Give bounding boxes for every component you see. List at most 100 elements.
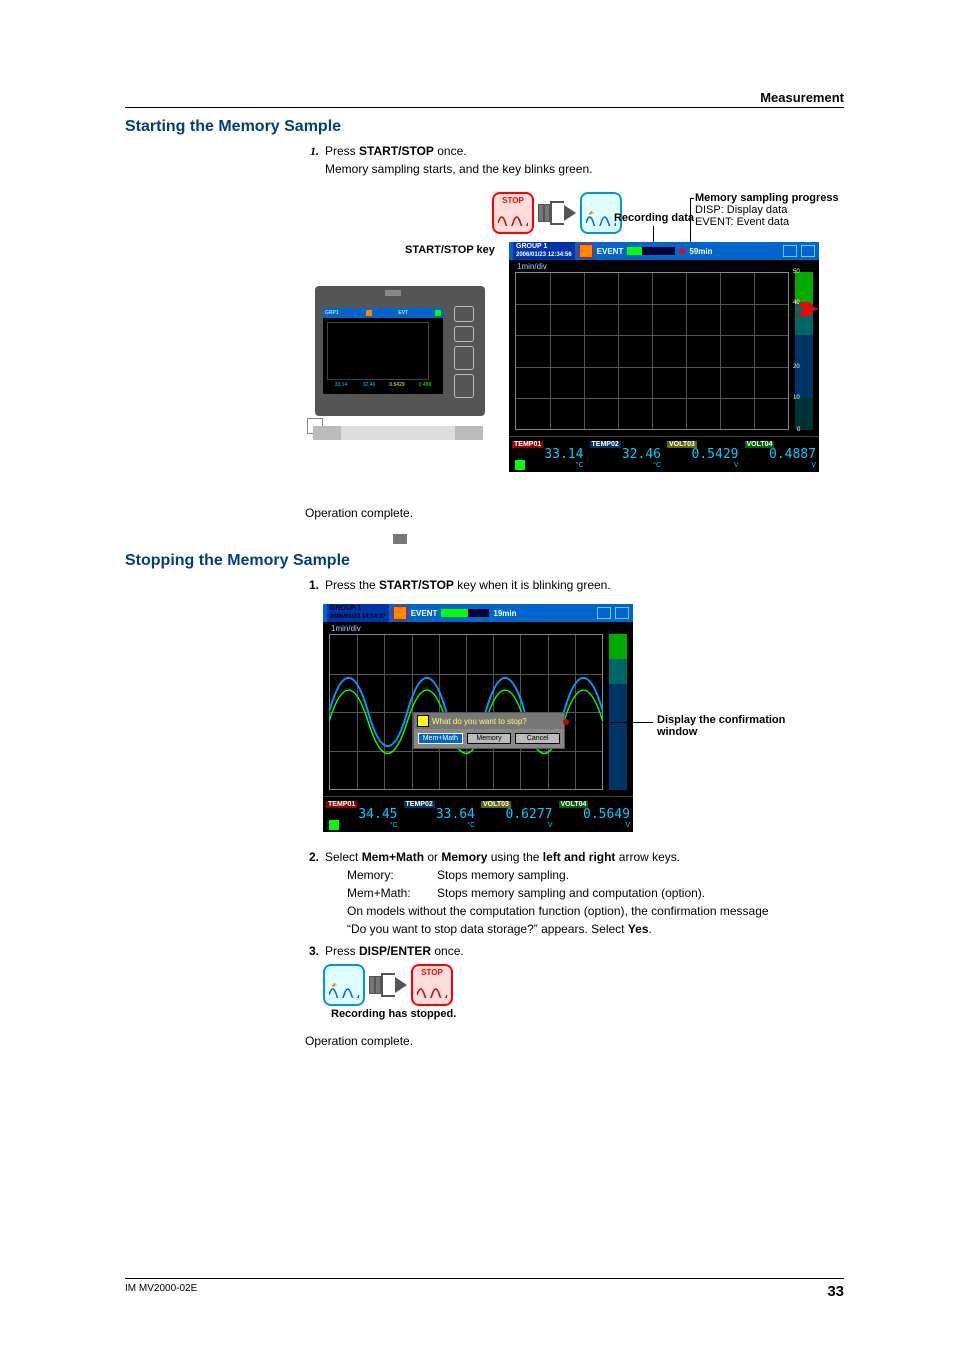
ch-unit: °C <box>590 462 662 469</box>
status-icon <box>597 607 611 619</box>
scale-ruler: 50 40 20 10 0 <box>795 272 813 430</box>
text: Memory <box>441 850 487 864</box>
ch-name: TEMP01 <box>512 441 543 448</box>
status-icon <box>783 245 797 257</box>
op-complete: Operation complete. <box>305 504 844 522</box>
ch-unit: V <box>667 462 739 469</box>
doc-id: IM MV2000-02E <box>125 1283 197 1300</box>
callout-startstop: START/STOP key <box>405 244 495 256</box>
text: or <box>424 850 441 864</box>
div-label: 1min/div <box>331 624 361 633</box>
device-key <box>454 306 474 322</box>
tick: 20 <box>793 364 800 370</box>
text: once. <box>434 144 467 158</box>
readouts: TEMP0133.14°C TEMP0232.46°C VOLT030.5429… <box>509 436 819 472</box>
header-rule <box>125 107 844 108</box>
dialog-title: What do you want to stop? <box>432 717 527 726</box>
text: START/STOP <box>379 578 454 592</box>
stop-icon: STOP <box>411 964 453 1006</box>
group-label: GROUP 1 2006/01/23 14:14:37 <box>327 604 389 622</box>
mem-math-button[interactable]: Mem+Math <box>418 733 463 744</box>
ch-name: TEMP01 <box>326 801 357 808</box>
chart-grid <box>515 272 789 430</box>
confirm-dialog: What do you want to stop? Mem+Math Memor… <box>413 712 565 749</box>
figure-stop: GROUP 1 2006/01/23 14:14:37 EVENT 19min … <box>323 604 844 834</box>
ch-unit: V <box>745 462 817 469</box>
progress-bar <box>627 247 675 255</box>
text: On models without the computation functi… <box>347 902 769 920</box>
page-section: Measurement <box>125 90 844 105</box>
text: 2006/01/23 14:14:37 <box>330 613 386 621</box>
text: arrow keys. <box>615 850 680 864</box>
recording-stopped-label: Recording has stopped. <box>331 1008 844 1020</box>
trend-display: GROUP 1 2006/01/23 12:34:56 EVENT 59min … <box>509 242 819 472</box>
tick: 40 <box>793 300 800 306</box>
callout-progress: Memory sampling progress DISP: Display d… <box>695 192 839 228</box>
scale-ruler <box>609 634 627 790</box>
ch-unit: °C <box>404 822 476 829</box>
duration: 59min <box>689 247 712 256</box>
progress-bar <box>441 609 489 617</box>
trend-display-dialog: GROUP 1 2006/01/23 14:14:37 EVENT 19min … <box>323 604 633 832</box>
event-label: EVENT <box>597 247 624 256</box>
text: GROUP 1 <box>516 243 572 251</box>
warning-icon <box>417 715 429 727</box>
callout-progress-line: DISP: Display data <box>695 204 839 216</box>
status-square <box>329 820 339 830</box>
status-icon <box>615 607 629 619</box>
cancel-button[interactable]: Cancel <box>515 733 560 744</box>
def-term: Memory: <box>347 866 437 884</box>
icon-transition-stop: STOP <box>323 964 844 1006</box>
stop-step1: 1. Press the START/STOP key when it is b… <box>305 576 844 594</box>
figure-start: STOP Recording data Memory sampling prog… <box>125 192 844 492</box>
ch-val: 0.4887 <box>745 448 817 462</box>
status-icon <box>801 245 815 257</box>
ch-name: TEMP02 <box>590 441 621 448</box>
ch-unit: V <box>481 822 553 829</box>
ch-unit: V <box>559 822 631 829</box>
text: Press the <box>325 578 379 592</box>
heading-start: Starting the Memory Sample <box>125 118 844 136</box>
text: Press <box>325 944 359 958</box>
event-label: EVENT <box>411 609 438 618</box>
readouts: TEMP0134.45°C TEMP0233.64°C VOLT030.6277… <box>323 796 633 832</box>
icon-transition: STOP <box>492 192 622 234</box>
transition-arrow <box>369 973 407 997</box>
heading-stop: Stopping the Memory Sample <box>125 552 844 570</box>
text: GROUP 1 <box>330 605 386 613</box>
callout-progress-title: Memory sampling progress <box>695 192 839 204</box>
callout-confirm: Display the confirmation window <box>657 714 817 738</box>
device-key <box>454 346 474 370</box>
def-term: Mem+Math: <box>347 884 437 902</box>
ch-val: 0.5649 <box>559 808 631 822</box>
text: Memory sampling starts, and the key blin… <box>325 160 592 178</box>
step-number: 1. <box>305 142 319 178</box>
page-footer: IM MV2000-02E 33 <box>125 1278 844 1300</box>
text: key when it is blinking green. <box>454 578 611 592</box>
record-dot-icon <box>679 248 685 254</box>
text: . <box>649 922 652 936</box>
group-label: GROUP 1 2006/01/23 12:34:56 <box>513 242 575 260</box>
status-square <box>515 460 525 470</box>
page-number: 33 <box>827 1283 844 1300</box>
def-value: Stops memory sampling. <box>437 866 569 884</box>
duration: 19min <box>493 609 516 618</box>
text: Yes <box>628 922 649 936</box>
callout-recording-data: Recording data <box>609 212 699 224</box>
ch-val: 32.46 <box>590 448 662 462</box>
def-value: Stops memory sampling and computation (o… <box>437 884 705 902</box>
ch-val: 0.5429 <box>667 448 739 462</box>
stop-step3: 3. Press DISP/ENTER once. <box>305 942 844 960</box>
device-drawing: GRP1 EVT 33.14 32.46 0.5429 0.488 <box>315 286 485 450</box>
stop-icon: STOP <box>492 192 534 234</box>
text: “Do you want to stop data storage?” appe… <box>347 922 628 936</box>
text: left and right <box>543 850 616 864</box>
text: Press <box>325 144 359 158</box>
ch-val: 0.6277 <box>481 808 553 822</box>
text: using the <box>487 850 542 864</box>
tick: 0 <box>797 427 800 433</box>
memory-button[interactable]: Memory <box>467 733 512 744</box>
text: START/STOP <box>359 144 434 158</box>
step-number: 3. <box>305 942 319 960</box>
record-icon <box>579 244 593 258</box>
